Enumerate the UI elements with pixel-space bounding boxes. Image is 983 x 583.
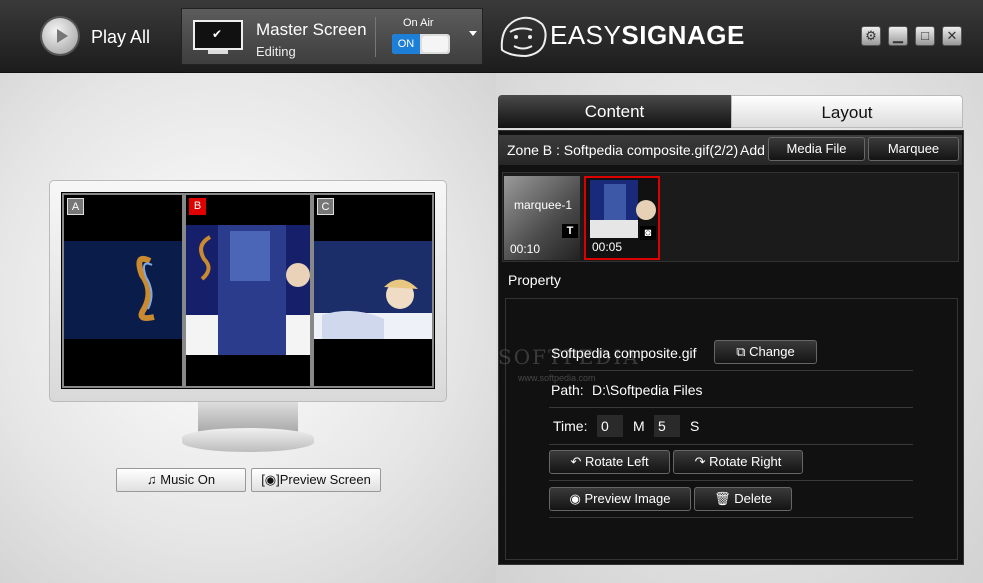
seconds-input[interactable]: 5	[654, 415, 680, 437]
media-item-time: 00:05	[592, 240, 623, 254]
monitor-stand-icon	[208, 50, 228, 54]
media-item-image[interactable]: ◙ 00:05	[584, 176, 660, 260]
zone-c[interactable]: C	[312, 193, 434, 388]
toggle-knob	[422, 36, 448, 52]
logo-part2: SIGNAGE	[621, 20, 745, 50]
preview-screen-button[interactable]: [◉]Preview Screen	[251, 468, 381, 492]
preview-screen-icon: [◉]	[261, 472, 280, 487]
on-air-toggle[interactable]: ON	[392, 34, 450, 54]
external-link-icon: ⧉	[736, 344, 750, 359]
rotate-left-icon: ↶	[570, 454, 585, 469]
path-value: D:\Softpedia Files	[592, 382, 703, 398]
chevron-down-icon[interactable]	[469, 31, 477, 36]
logo-part1: EASY	[550, 20, 622, 50]
monitor-base	[182, 428, 314, 452]
time-label: Time:	[553, 418, 588, 434]
zone-b[interactable]: B	[184, 193, 312, 388]
zone-title: Zone B : Softpedia composite.gif(2/2)	[507, 142, 739, 158]
media-item-time: 00:10	[510, 242, 541, 256]
screen-status: Editing	[256, 44, 296, 59]
camera-icon: ◙	[640, 226, 656, 240]
rotate-right-label: Rotate Right	[709, 454, 782, 469]
minutes-input[interactable]: 0	[597, 415, 623, 437]
divider	[375, 17, 376, 57]
divider	[549, 517, 913, 518]
divider	[549, 444, 913, 445]
rotate-right-icon: ↷	[694, 454, 710, 469]
zone-a-image	[64, 241, 182, 339]
on-air-label: On Air	[403, 17, 434, 29]
divider	[549, 480, 913, 481]
play-all-button[interactable]	[42, 18, 78, 54]
zone-a-tag: A	[67, 198, 84, 215]
file-name: Softpedia composite.gif	[551, 345, 697, 361]
change-label: Change	[749, 344, 795, 359]
change-button[interactable]: ⧉ Change	[714, 340, 817, 364]
zone-b-tag: B	[189, 198, 206, 215]
media-file-button[interactable]: Media File	[768, 137, 865, 161]
preview-screen-label: Preview Screen	[279, 472, 371, 487]
delete-button[interactable]: 🗑 Delete	[694, 487, 792, 511]
tab-content[interactable]: Content	[498, 95, 731, 128]
minutes-unit: M	[633, 418, 645, 434]
media-item-name: marquee-1	[514, 198, 573, 212]
divider	[549, 407, 913, 408]
screen-name: Master Screen	[256, 20, 367, 39]
zone-b-image	[186, 225, 310, 355]
media-item-marquee[interactable]: marquee-1 T 00:10	[504, 176, 580, 260]
gear-icon[interactable]: ⚙	[861, 26, 881, 46]
divider	[549, 370, 913, 371]
play-all-label[interactable]: Play All	[91, 27, 150, 48]
monitor-icon: ✔	[193, 20, 243, 50]
screen-selector[interactable]: ✔ Master Screen Editing On Air ON	[181, 8, 483, 65]
rotate-right-button[interactable]: ↷ Rotate Right	[673, 450, 803, 474]
property-heading: Property	[508, 272, 561, 288]
zone-c-image	[314, 241, 432, 339]
trash-icon: 🗑	[714, 491, 735, 506]
path-label: Path:	[551, 382, 584, 398]
marquee-button[interactable]: Marquee	[868, 137, 959, 161]
add-label: Add	[740, 142, 765, 158]
play-icon	[57, 29, 68, 43]
delete-label: Delete	[734, 491, 772, 506]
music-on-button[interactable]: ♫ Music On	[116, 468, 246, 492]
on-air-toggle-state: ON	[392, 34, 420, 54]
zone-a[interactable]: A	[62, 193, 184, 388]
text-icon: T	[562, 224, 578, 238]
close-icon[interactable]: ✕	[942, 26, 962, 46]
music-note-icon: ♫	[146, 472, 161, 487]
rotate-left-label: Rotate Left	[584, 454, 649, 469]
rotate-left-button[interactable]: ↶ Rotate Left	[549, 450, 670, 474]
eye-icon: ◉	[569, 491, 585, 506]
music-on-label: Music On	[160, 472, 216, 487]
zone-c-tag: C	[317, 198, 334, 215]
preview-image-button[interactable]: ◉ Preview Image	[549, 487, 691, 511]
tab-layout[interactable]: Layout	[731, 95, 963, 128]
minimize-icon[interactable]: ▁	[888, 26, 908, 46]
seconds-unit: S	[690, 418, 700, 434]
maximize-icon[interactable]: □	[915, 26, 935, 46]
preview-image-label: Preview Image	[584, 491, 671, 506]
app-logo-text: EASYSIGNAGE	[550, 20, 745, 51]
